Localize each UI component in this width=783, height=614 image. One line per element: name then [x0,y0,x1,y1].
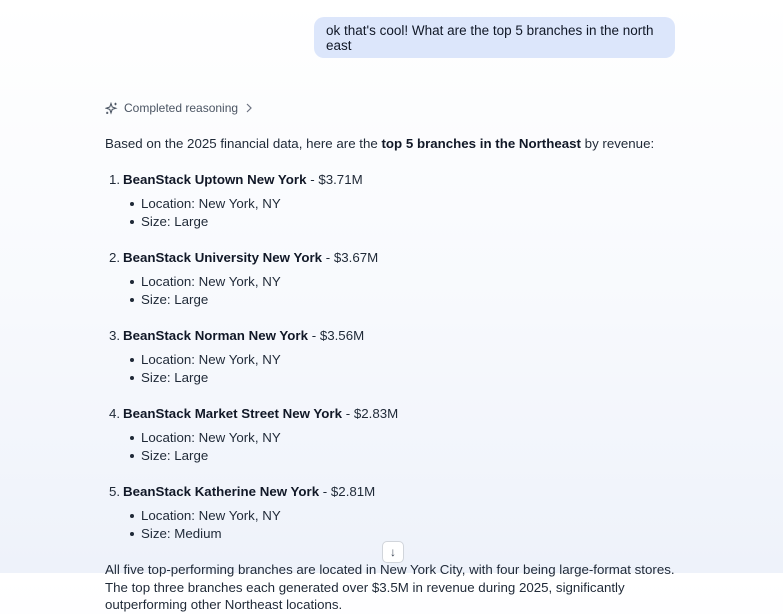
branch-item: 5. BeanStack Katherine New York - $2.81M … [105,483,675,543]
branch-size: Size: Large [105,369,675,387]
answer-intro: Based on the 2025 financial data, here a… [105,135,675,153]
branch-revenue: - $3.67M [322,250,379,265]
branch-details: Location: New York, NY Size: Medium [105,507,675,543]
branch-location: Location: New York, NY [105,351,675,369]
arrow-down-icon: ↓ [390,545,396,559]
chevron-right-icon [244,102,254,114]
branch-name: BeanStack Market Street New York [123,406,343,421]
branch-name: BeanStack University New York [123,250,323,265]
branch-title: 3. BeanStack Norman New York - $3.56M [105,327,675,345]
branch-number: 2. [109,250,121,265]
branch-item: 3. BeanStack Norman New York - $3.56M Loc… [105,327,675,387]
branch-item: 4. BeanStack Market Street New York - $2.… [105,405,675,465]
reasoning-label: Completed reasoning [124,101,239,115]
branch-location: Location: New York, NY [105,195,675,213]
branch-location: Location: New York, NY [105,273,675,291]
branch-revenue: - $3.56M [308,328,365,343]
branch-details: Location: New York, NY Size: Large [105,351,675,387]
branch-item: 1. BeanStack Uptown New York - $3.71M Loc… [105,171,675,231]
branch-revenue: - $2.83M [342,406,399,421]
branch-size: Size: Large [105,447,675,465]
branch-details: Location: New York, NY Size: Large [105,429,675,465]
intro-text-bold: top 5 branches in the Northeast [381,136,581,151]
branch-name: BeanStack Uptown New York [123,172,307,187]
branch-details: Location: New York, NY Size: Large [105,195,675,231]
user-message-bubble: ok that's cool! What are the top 5 branc… [314,17,675,58]
intro-text-before: Based on the 2025 financial data, here a… [105,136,382,151]
intro-text-after: by revenue: [580,136,655,151]
branch-location: Location: New York, NY [105,507,675,525]
branch-location: Location: New York, NY [105,429,675,447]
branch-item: 2. BeanStack University New York - $3.67M… [105,249,675,309]
user-message-text: ok that's cool! What are the top 5 branc… [326,22,654,53]
branch-number: 3. [109,328,121,343]
branch-title: 4. BeanStack Market Street New York - $2.… [105,405,675,423]
branch-title: 2. BeanStack University New York - $3.67M [105,249,675,267]
branch-name: BeanStack Katherine New York [123,484,320,499]
branch-revenue: - $3.71M [306,172,363,187]
sparkle-icon [105,101,118,115]
branch-revenue: - $2.81M [319,484,376,499]
branch-list: 1. BeanStack Uptown New York - $3.71M Loc… [105,171,675,543]
branch-number: 5. [109,484,121,499]
branch-number: 4. [109,406,121,421]
branch-details: Location: New York, NY Size: Large [105,273,675,309]
answer-summary: All five top-performing branches are loc… [105,562,675,612]
branch-title: 1. BeanStack Uptown New York - $3.71M [105,171,675,189]
branch-number: 1. [109,172,121,187]
branch-title: 5. BeanStack Katherine New York - $2.81M [105,483,675,501]
scroll-to-bottom-button[interactable]: ↓ [382,541,404,563]
branch-name: BeanStack Norman New York [123,328,308,343]
branch-size: Size: Large [105,213,675,231]
branch-size: Size: Large [105,291,675,309]
completed-reasoning-toggle[interactable]: Completed reasoning [105,100,254,116]
